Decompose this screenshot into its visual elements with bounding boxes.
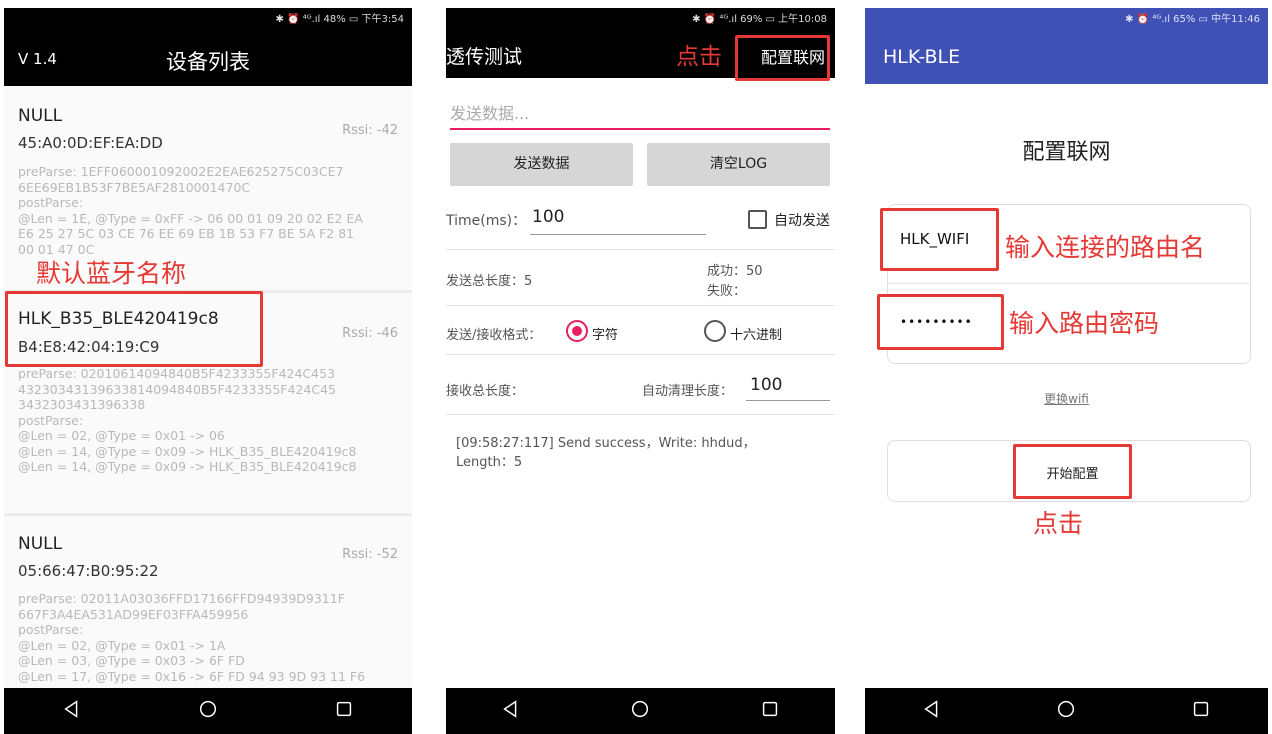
ssid-value: HLK_WIFI [900,230,970,248]
format-hex-label: 十六进制 [730,328,783,343]
home-icon[interactable] [1055,698,1077,724]
auto-clear-value: 100 [750,375,783,395]
device-rssi: Rssi: -46 [342,326,398,341]
auto-send-label: 自动发送 [774,213,830,229]
recv-total-label: 接收总长度： [446,384,525,399]
clear-log-button[interactable]: 清空LOG [647,143,830,186]
annotation-click: 点击 [1033,509,1084,538]
divider [446,354,835,355]
nav-bar [865,688,1268,734]
divider [446,249,835,250]
divider [888,283,1250,284]
device-mac: 45:A0:0D:EF:EA:DD [18,134,163,152]
device-name: NULL [18,534,63,554]
send-button[interactable]: 发送数据 [450,143,633,186]
device-list-screen: ✱ ⏰ ⁴ᴳ.ıl 48% ▭ 下午3:54 V 1.4 设备列表 NULL 4… [4,8,412,734]
start-config-button[interactable]: 开始配置 [1013,444,1132,499]
page-heading: 配置联网 [1022,140,1111,165]
device-name: NULL [18,106,63,126]
recents-icon[interactable] [1190,698,1212,724]
back-icon[interactable] [61,698,83,724]
home-icon[interactable] [197,698,219,724]
auto-clear-label: 自动清理长度： [642,384,734,399]
fail-label: 失败： [707,284,747,299]
device-raw-data: preParse: 02011A03036FFD17166FFD94939D93… [18,591,366,684]
device-mac: 05:66:47:B0:95:22 [18,562,159,580]
home-icon[interactable] [629,698,651,724]
success-label: 成功：50 [707,264,763,279]
page-title: 设备列表 [166,50,250,74]
back-icon[interactable] [921,698,943,724]
highlight-box [735,35,830,81]
page-title: 透传测试 [446,46,523,68]
annotation-password: 输入路由密码 [1009,309,1160,338]
device-raw-data: preParse: 02010614094840B5F4233355F424C4… [18,366,357,474]
status-bar: ✱ ⏰ ⁴ᴳ.ıl 48% ▭ 下午3:54 [4,8,412,32]
device-rssi: Rssi: -52 [342,547,398,562]
format-char-label: 字符 [592,328,619,343]
network-config-screen: ✱ ⏰ ⁴ᴳ.ıl 65% ▭ 中午11:46 HLK-BLE 配置联网 HLK… [865,8,1268,734]
nav-bar [446,688,835,734]
annotation-default-name: 默认蓝牙名称 [36,254,187,290]
status-bar: ✱ ⏰ ⁴ᴳ.ıl 69% ▭ 上午10:08 [446,8,835,32]
time-input[interactable]: 100 [530,204,706,235]
ssid-input[interactable]: HLK_WIFI [880,208,999,271]
log-area: [09:58:27:117] Send success，Write: hhdud… [456,434,756,472]
send-data-input[interactable]: 发送数据... [450,98,830,130]
start-config-label: 开始配置 [1046,467,1099,482]
total-sent-label: 发送总长度：5 [446,274,533,289]
format-label: 发送/接收格式： [446,328,542,343]
app-bar: HLK-BLE [865,32,1268,84]
radio-icon[interactable] [566,320,588,342]
device-raw-data: preParse: 1EFF060001092002E2EAE625275C03… [18,164,363,257]
annotation-click: 点击 [676,44,722,70]
change-wifi-link[interactable]: 更换wifi [865,390,1268,407]
title-bar: V 1.4 设备列表 [4,32,412,86]
recents-icon[interactable] [759,698,781,724]
device-item[interactable]: NULL 05:66:47:B0:95:22 Rssi: -52 prePars… [4,516,412,716]
back-icon[interactable] [500,698,522,724]
app-title: HLK-BLE [883,46,961,68]
annotation-ssid: 输入连接的路由名 [1005,233,1206,262]
password-value: ••••••••• [900,315,973,329]
recents-icon[interactable] [333,698,355,724]
auto-clear-input[interactable]: 100 [746,372,830,401]
time-value: 100 [532,207,565,227]
status-bar: ✱ ⏰ ⁴ᴳ.ıl 65% ▭ 中午11:46 [865,8,1268,32]
checkbox-icon[interactable] [748,210,767,229]
password-input[interactable]: ••••••••• [877,294,1004,350]
divider [446,305,835,306]
divider [446,414,835,415]
send-data-placeholder: 发送数据... [450,104,530,123]
highlight-box [5,291,263,367]
device-rssi: Rssi: -42 [342,123,398,138]
transparent-test-screen: ✱ ⏰ ⁴ᴳ.ıl 69% ▭ 上午10:08 透传测试 点击 配置联网 发送数… [446,8,835,734]
radio-icon[interactable] [704,320,726,342]
log-line: Length：5 [456,455,523,470]
time-label: Time(ms)： [446,213,527,229]
nav-bar [4,688,412,734]
log-line: [09:58:27:117] Send success，Write: hhdud… [456,436,756,451]
